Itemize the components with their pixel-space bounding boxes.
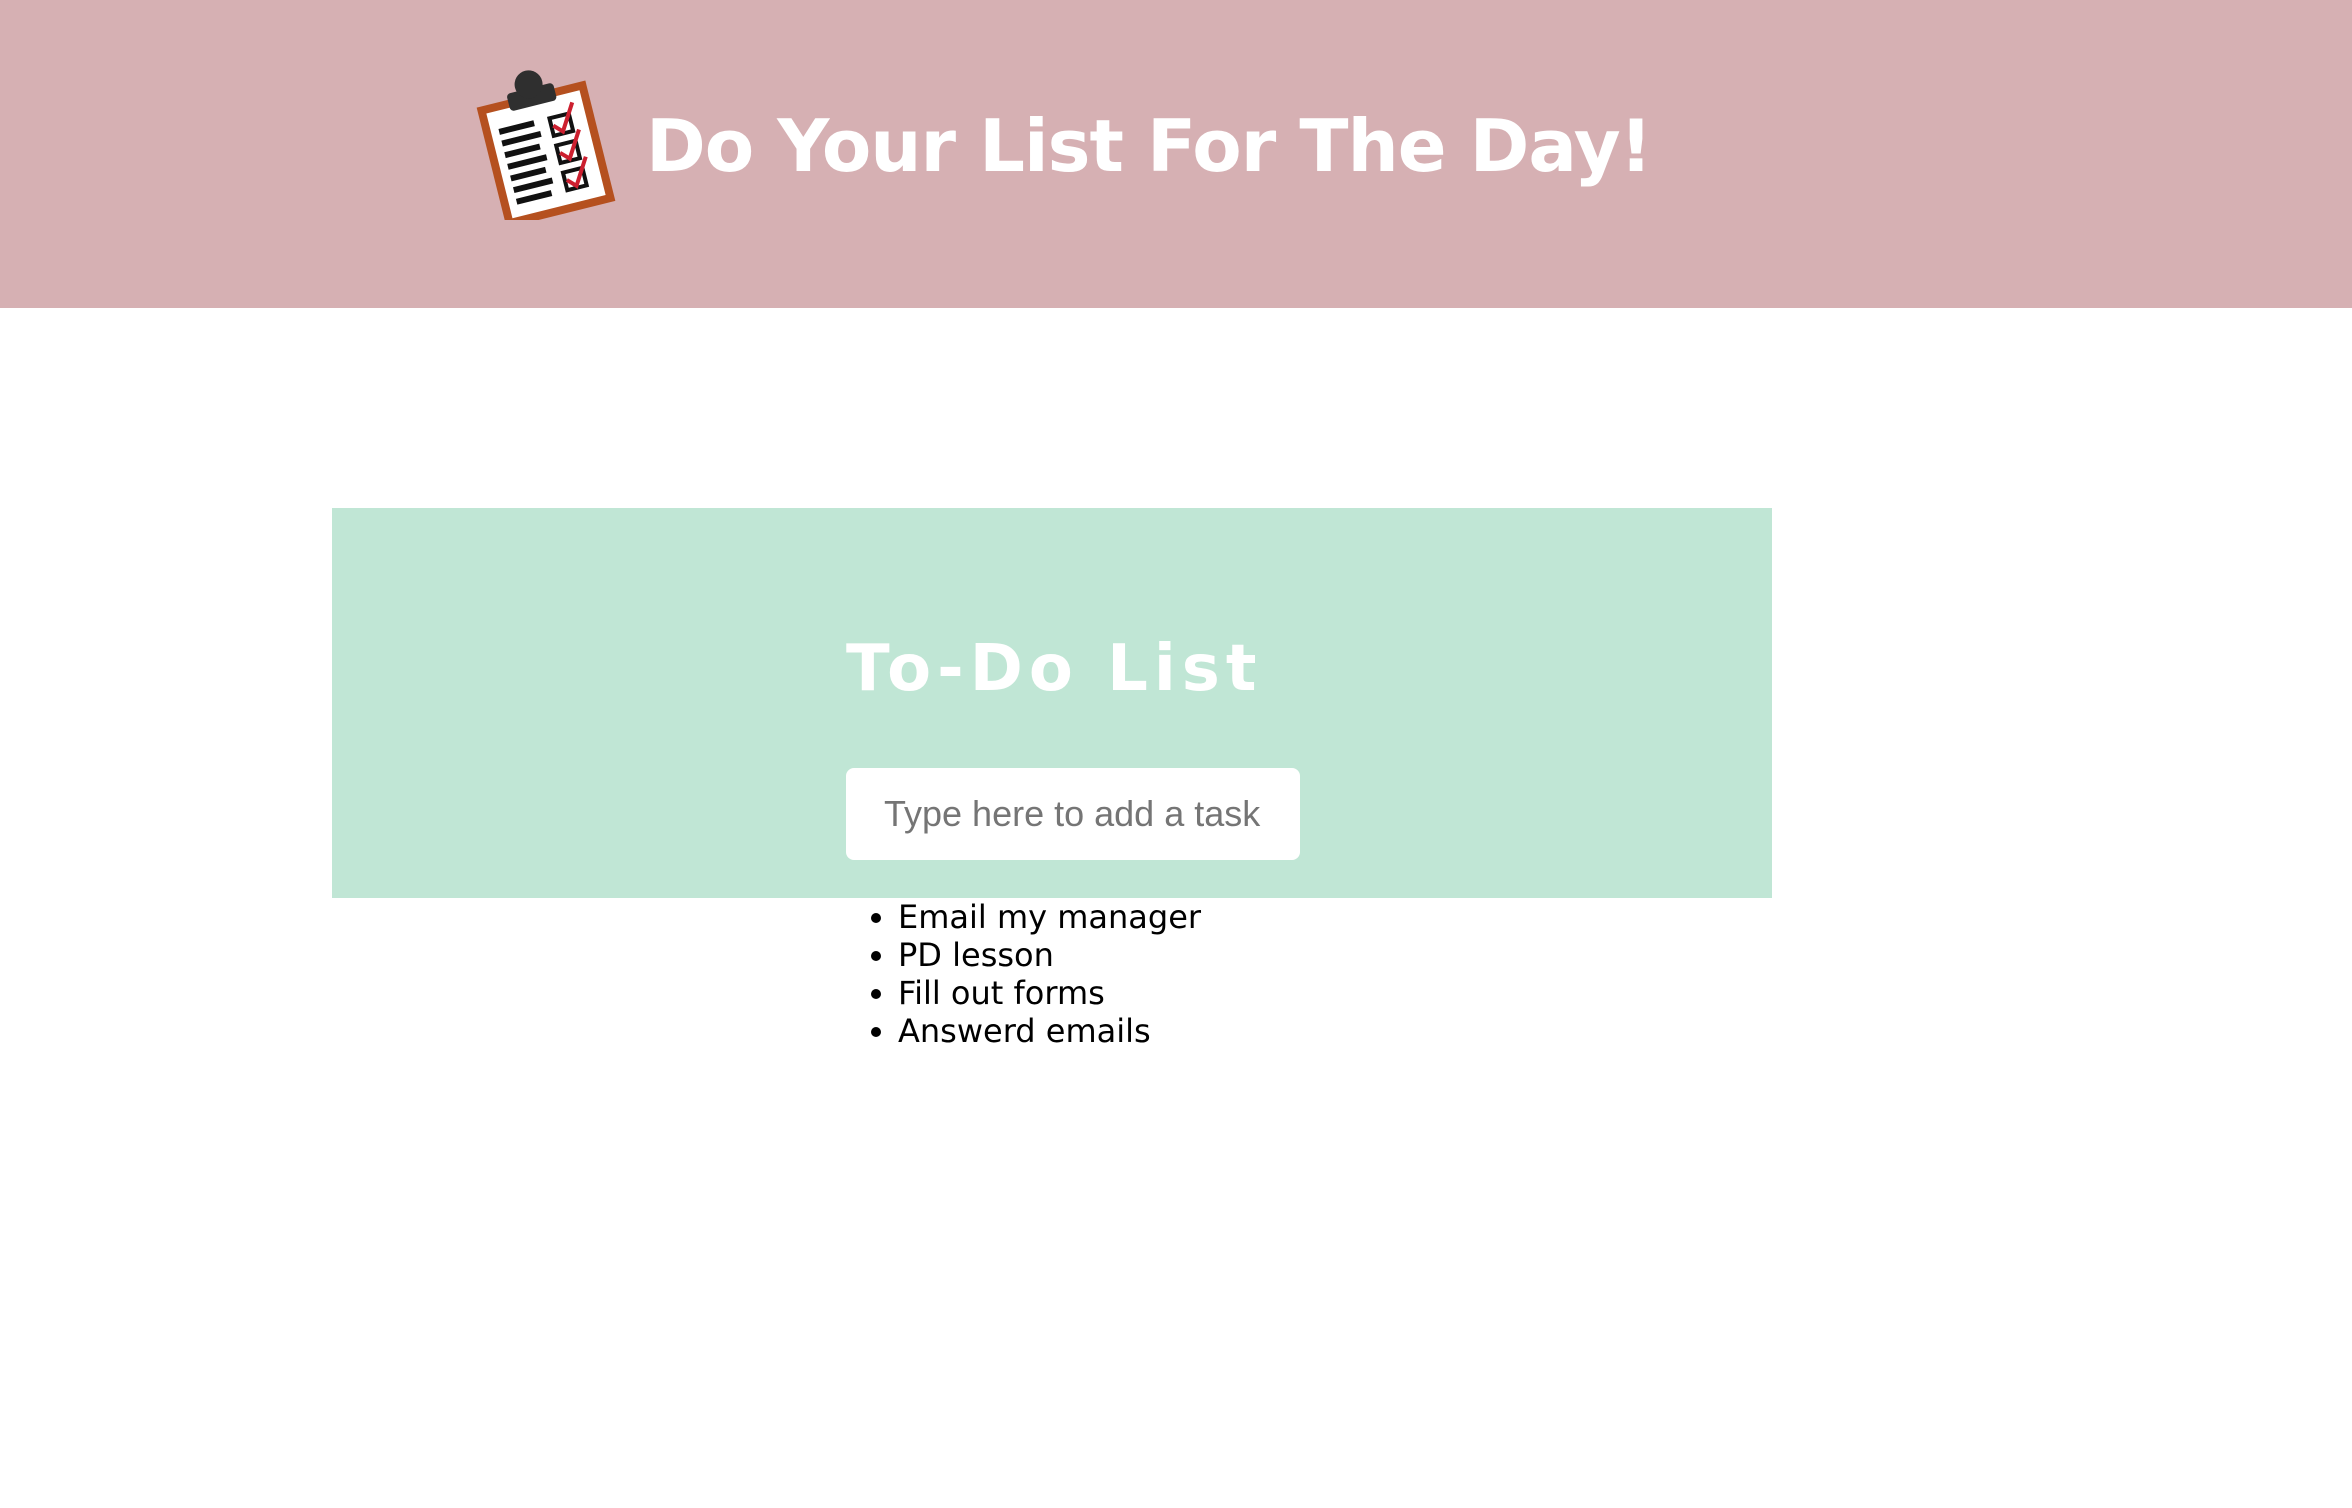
task-item[interactable]: Email my manager: [898, 898, 1201, 936]
clipboard-checklist-icon: [468, 68, 624, 228]
task-item[interactable]: PD lesson: [898, 936, 1201, 974]
site-header: Do Your List For The Day!: [0, 0, 2352, 308]
task-list: Email my manager PD lesson Fill out form…: [846, 898, 1201, 1050]
add-task-input[interactable]: [846, 768, 1300, 860]
todo-panel: To-Do List: [332, 508, 1772, 898]
task-item[interactable]: Fill out forms: [898, 974, 1201, 1012]
task-item[interactable]: Answerd emails: [898, 1012, 1201, 1050]
todo-title: To-Do List: [846, 632, 1263, 706]
page-title: Do Your List For The Day!: [646, 104, 1652, 188]
